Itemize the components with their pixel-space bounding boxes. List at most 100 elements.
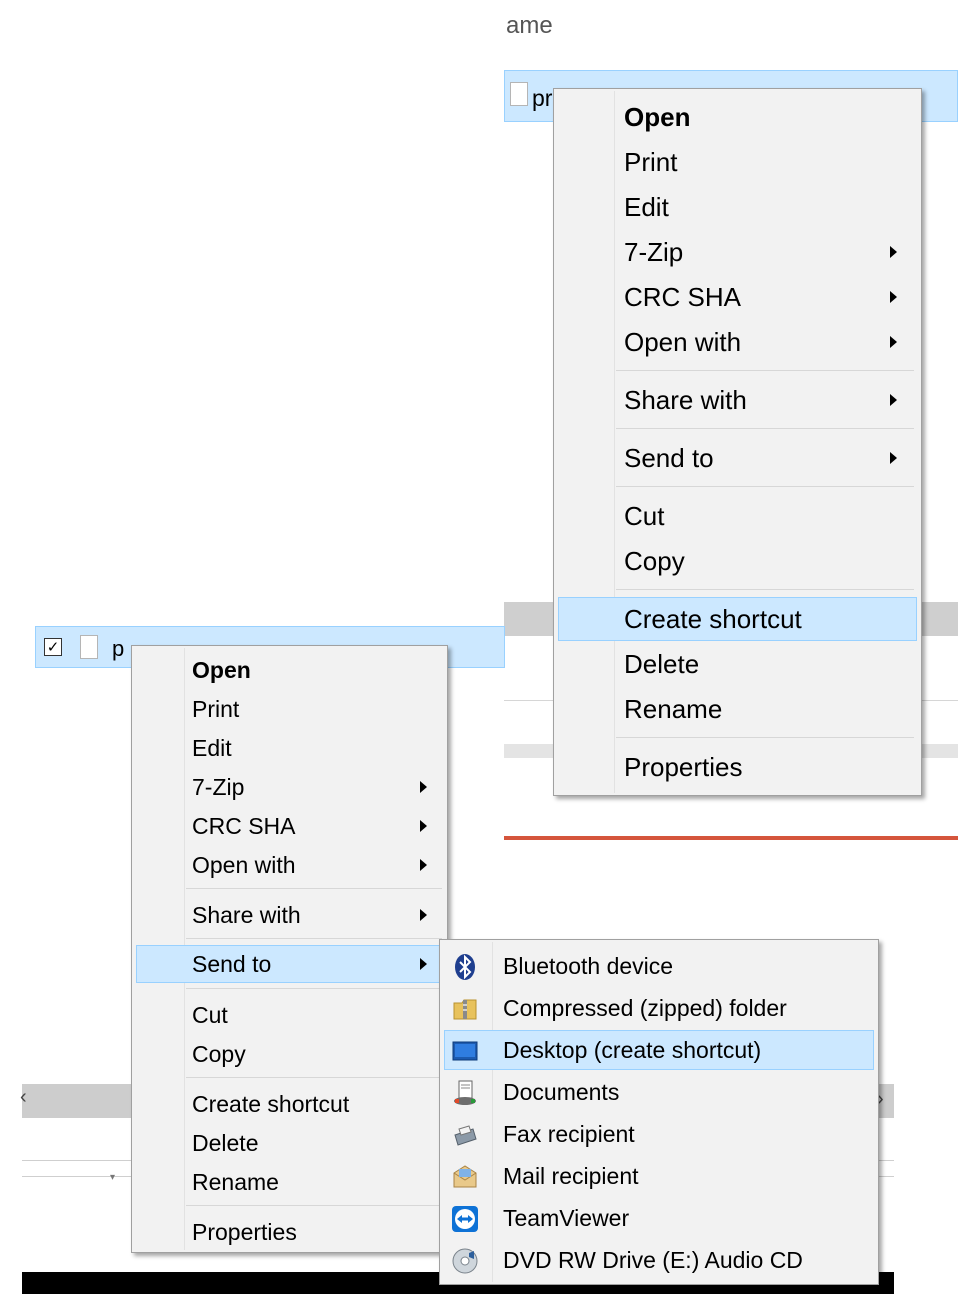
menu-item-label: Properties (624, 752, 743, 782)
menu-item-label: Delete (624, 649, 700, 679)
menu-separator (616, 737, 914, 738)
menu-separator (616, 428, 914, 429)
menu-item-label: Edit (192, 735, 232, 761)
menu-item-label: Rename (624, 694, 723, 724)
menu-item-compressed-folder[interactable]: Compressed (zipped) folder (444, 988, 874, 1028)
menu-item-desktop-shortcut[interactable]: Desktop (create shortcut) (444, 1030, 874, 1070)
menu-item-create-shortcut[interactable]: Create shortcut (558, 597, 917, 641)
menu-item-label: CRC SHA (624, 282, 742, 312)
submenu-arrow-icon (890, 394, 897, 406)
submenu-arrow-icon (420, 958, 427, 970)
menu-separator (616, 486, 914, 487)
chevron-down-icon[interactable]: ▾ (110, 1172, 115, 1183)
menu-item-label: Copy (192, 1041, 246, 1067)
menu-item-delete[interactable]: Delete (558, 642, 917, 686)
menu-item-label: Copy (624, 546, 685, 576)
teamviewer-icon (452, 1206, 478, 1232)
menu-item-label: Desktop (create shortcut) (503, 1037, 762, 1063)
menu-item-label: Create shortcut (624, 604, 802, 634)
context-menu-lower: Open Print Edit 7-Zip CRC SHA Open with … (131, 645, 448, 1253)
menu-item-label: Share with (624, 385, 747, 415)
menu-item-label: Create shortcut (192, 1091, 350, 1117)
documents-icon (454, 1080, 476, 1105)
menu-item-copy[interactable]: Copy (558, 539, 917, 583)
text-file-icon (80, 635, 98, 659)
menu-separator (616, 589, 914, 590)
menu-item-print[interactable]: Print (136, 690, 443, 728)
menu-item-label: Open with (624, 327, 742, 357)
menu-item-share-with[interactable]: Share with (558, 378, 917, 422)
menu-item-edit[interactable]: Edit (136, 729, 443, 767)
menu-separator (186, 988, 442, 989)
menu-item-label: Compressed (zipped) folder (503, 995, 787, 1021)
menu-item-label: Print (624, 147, 678, 177)
menu-item-label: Print (192, 696, 240, 722)
menu-item-documents[interactable]: Documents (444, 1072, 874, 1112)
menu-item-share-with[interactable]: Share with (136, 896, 443, 934)
menu-item-open-with[interactable]: Open with (558, 320, 917, 364)
menu-item-label: Fax recipient (503, 1121, 635, 1147)
menu-item-bluetooth-device[interactable]: Bluetooth device (444, 946, 874, 986)
menu-item-label: Open (192, 657, 251, 683)
menu-item-open[interactable]: Open (136, 651, 443, 689)
submenu-arrow-icon (420, 820, 427, 832)
dvd-drive-icon (452, 1248, 478, 1274)
menu-separator (186, 1205, 442, 1206)
menu-item-rename[interactable]: Rename (558, 687, 917, 731)
menu-item-dvd-drive[interactable]: DVD RW Drive (E:) Audio CD (444, 1240, 874, 1280)
menu-item-open-with[interactable]: Open with (136, 846, 443, 884)
menu-item-mail-recipient[interactable]: Mail recipient (444, 1156, 874, 1196)
menu-item-delete[interactable]: Delete (136, 1124, 443, 1162)
context-menu-upper: Open Print Edit 7-Zip CRC SHA Open with … (553, 88, 922, 796)
zip-folder-icon (453, 999, 477, 1020)
menu-item-label: Mail recipient (503, 1163, 639, 1189)
menu-item-print[interactable]: Print (558, 140, 917, 184)
menu-item-label: 7-Zip (624, 237, 684, 267)
menu-item-label: Share with (192, 902, 301, 928)
menu-item-cut[interactable]: Cut (558, 494, 917, 538)
menu-item-fax-recipient[interactable]: Fax recipient (444, 1114, 874, 1154)
fax-icon (454, 1125, 477, 1146)
menu-separator (616, 370, 914, 371)
submenu-arrow-icon (890, 291, 897, 303)
menu-item-label: Edit (624, 192, 669, 222)
menu-item-edit[interactable]: Edit (558, 185, 917, 229)
menu-item-7zip[interactable]: 7-Zip (136, 768, 443, 806)
menu-item-label: Rename (192, 1169, 279, 1195)
text-file-icon (510, 82, 528, 106)
menu-item-properties[interactable]: Properties (558, 745, 917, 789)
file-name: pr (532, 85, 553, 111)
column-header-name[interactable]: ame (506, 10, 553, 40)
accent-line (504, 836, 958, 840)
menu-separator (186, 1077, 442, 1078)
menu-item-label: Cut (624, 501, 665, 531)
desktop-icon (452, 1041, 478, 1061)
menu-item-7zip[interactable]: 7-Zip (558, 230, 917, 274)
menu-item-open[interactable]: Open (558, 95, 917, 139)
menu-item-cut[interactable]: Cut (136, 996, 443, 1034)
file-checkbox[interactable]: ✓ (44, 638, 62, 656)
menu-item-label: Open (624, 102, 691, 132)
menu-item-teamviewer[interactable]: TeamViewer (444, 1198, 874, 1238)
menu-item-label: Open with (192, 852, 296, 878)
submenu-arrow-icon (890, 452, 897, 464)
menu-item-label: 7-Zip (192, 774, 245, 800)
file-name: p (112, 636, 125, 661)
submenu-arrow-icon (420, 781, 427, 793)
menu-item-send-to[interactable]: Send to (558, 436, 917, 480)
menu-item-copy[interactable]: Copy (136, 1035, 443, 1073)
menu-item-create-shortcut[interactable]: Create shortcut (136, 1085, 443, 1123)
menu-item-label: TeamViewer (503, 1205, 630, 1231)
menu-item-label: DVD RW Drive (E:) Audio CD (503, 1247, 803, 1273)
send-to-submenu: Bluetooth device Compressed (zipped) fol… (439, 939, 879, 1285)
menu-item-properties[interactable]: Properties (136, 1213, 443, 1251)
menu-item-crc-sha[interactable]: CRC SHA (558, 275, 917, 319)
menu-item-send-to[interactable]: Send to (136, 945, 443, 983)
menu-item-crc-sha[interactable]: CRC SHA (136, 807, 443, 845)
scroll-left-icon[interactable]: ‹ (20, 1086, 27, 1109)
menu-item-label: CRC SHA (192, 813, 296, 839)
menu-item-label: Bluetooth device (503, 953, 674, 979)
submenu-arrow-icon (420, 859, 427, 871)
menu-separator (186, 888, 442, 889)
menu-item-rename[interactable]: Rename (136, 1163, 443, 1201)
